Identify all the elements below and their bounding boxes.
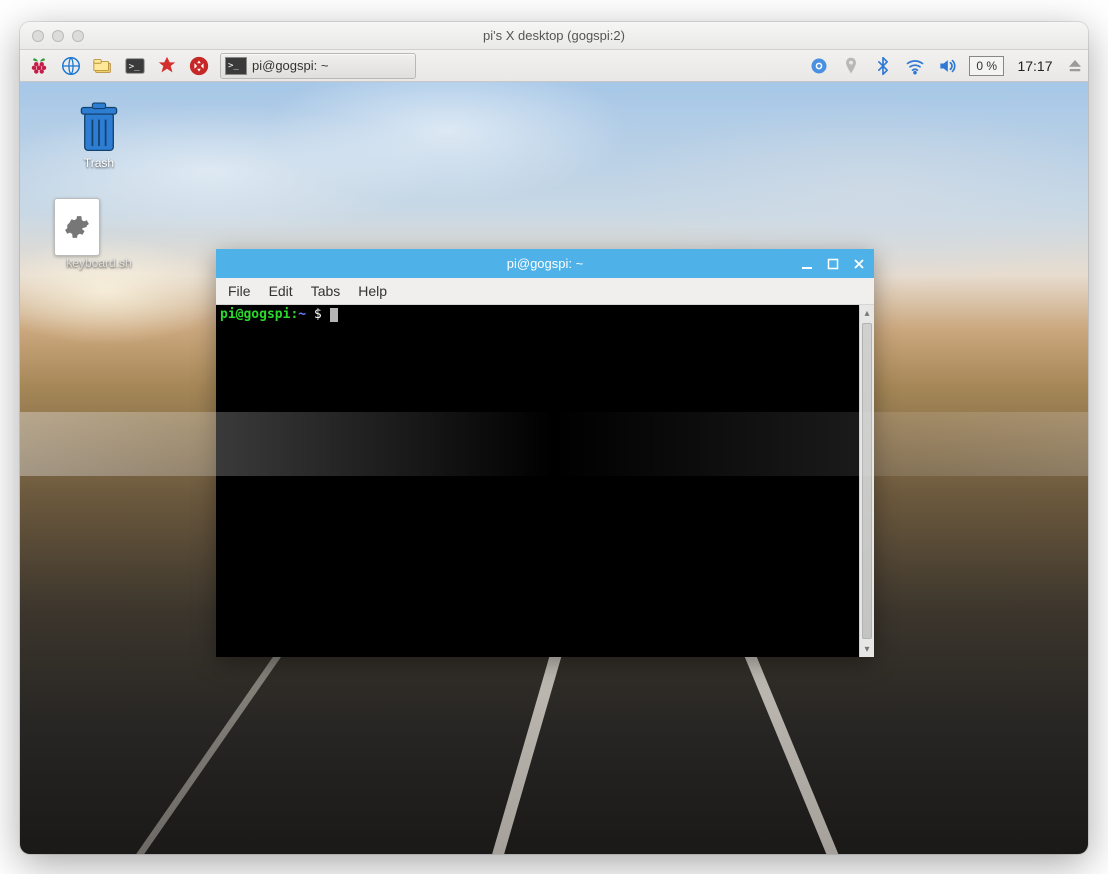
menu-tabs[interactable]: Tabs xyxy=(311,283,341,299)
minimize-dot[interactable] xyxy=(52,30,64,42)
close-dot[interactable] xyxy=(32,30,44,42)
wolfram-icon[interactable] xyxy=(184,53,214,79)
clock[interactable]: 17:17 xyxy=(1016,58,1054,74)
terminal-mini-icon: >_ xyxy=(225,57,247,75)
gear-icon xyxy=(64,214,90,240)
prompt-user: pi@gogspi xyxy=(220,307,290,322)
close-button[interactable] xyxy=(850,255,868,273)
scroll-down-icon[interactable]: ▾ xyxy=(860,641,874,657)
taskbar: >_ >_ pi@gogspi: ~ xyxy=(20,50,1088,82)
menu-edit[interactable]: Edit xyxy=(269,283,293,299)
scroll-up-icon[interactable]: ▴ xyxy=(860,305,874,321)
wallpaper-clouds xyxy=(20,50,1088,854)
taskbar-terminal-button[interactable]: >_ pi@gogspi: ~ xyxy=(220,53,416,79)
mathematica-icon[interactable] xyxy=(152,53,182,79)
eject-icon[interactable] xyxy=(1066,57,1084,75)
traffic-lights[interactable] xyxy=(32,30,84,42)
terminal-body[interactable]: pi@gogspi:~ $ ▴ ▾ xyxy=(216,305,874,657)
prompt-path: ~ xyxy=(298,307,306,322)
trash-label: Trash xyxy=(54,156,144,170)
menu-raspberry-icon[interactable] xyxy=(24,53,54,79)
zoom-dot[interactable] xyxy=(72,30,84,42)
minimize-button[interactable] xyxy=(798,255,816,273)
mac-window-title: pi's X desktop (gogspi:2) xyxy=(20,28,1088,43)
chromium-tray-icon[interactable] xyxy=(809,56,829,76)
wifi-icon[interactable] xyxy=(905,56,925,76)
mac-titlebar[interactable]: pi's X desktop (gogspi:2) xyxy=(20,22,1088,50)
terminal-menubar: File Edit Tabs Help xyxy=(216,278,874,305)
terminal-cursor xyxy=(330,308,338,322)
keyboard-script-label: keyboard.sh xyxy=(54,256,144,270)
maximize-button[interactable] xyxy=(824,255,842,273)
file-manager-icon[interactable] xyxy=(88,53,118,79)
terminal-window[interactable]: pi@gogspi: ~ File Edit Tabs Help pi@gogs… xyxy=(216,249,874,657)
terminal-title-text: pi@gogspi: ~ xyxy=(216,256,874,271)
keyboard-script-desktop-icon[interactable]: keyboard.sh xyxy=(54,198,144,270)
svg-text:>_: >_ xyxy=(129,60,141,71)
trash-icon xyxy=(77,102,121,155)
system-tray: 0 % 17:17 xyxy=(809,56,1084,76)
location-tray-icon[interactable] xyxy=(841,56,861,76)
bluetooth-icon[interactable] xyxy=(873,56,893,76)
vnc-window: pi's X desktop (gogspi:2) >_ xyxy=(20,22,1088,854)
terminal-content[interactable]: pi@gogspi:~ $ xyxy=(216,305,859,657)
terminal-titlebar[interactable]: pi@gogspi: ~ xyxy=(216,249,874,278)
prompt-symbol: $ xyxy=(306,307,329,322)
task-button-label: pi@gogspi: ~ xyxy=(252,58,328,73)
trash-desktop-icon[interactable]: Trash xyxy=(54,104,144,170)
menu-file[interactable]: File xyxy=(228,283,251,299)
web-browser-icon[interactable] xyxy=(56,53,86,79)
scroll-thumb[interactable] xyxy=(862,323,872,639)
volume-icon[interactable] xyxy=(937,56,957,76)
terminal-scrollbar[interactable]: ▴ ▾ xyxy=(859,305,874,657)
terminal-icon[interactable]: >_ xyxy=(120,53,150,79)
cpu-usage[interactable]: 0 % xyxy=(969,56,1004,76)
menu-help[interactable]: Help xyxy=(358,283,387,299)
remote-desktop[interactable]: >_ >_ pi@gogspi: ~ xyxy=(20,50,1088,854)
